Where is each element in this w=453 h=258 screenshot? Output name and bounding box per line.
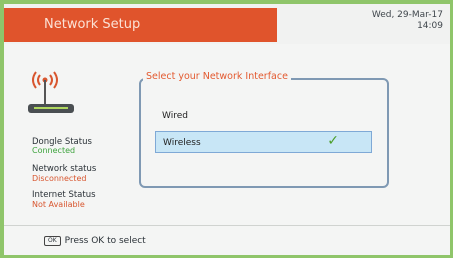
group-title: Select your Network Interface — [143, 71, 291, 82]
page-title: Network Setup — [44, 17, 141, 32]
footer-hint: OK Press OK to select — [44, 236, 146, 246]
network-status-label: Network status — [32, 164, 97, 174]
network-status-value: Disconnected — [32, 174, 87, 183]
ok-key-icon: OK — [44, 236, 61, 246]
footer-hint-text: Press OK to select — [64, 236, 146, 246]
date-time: Wed, 29-Mar-17 14:09 — [372, 10, 443, 32]
title-bar: Network Setup — [4, 8, 277, 42]
wireless-router-icon — [28, 71, 74, 113]
footer-divider — [4, 225, 450, 226]
option-wired-label: Wired — [162, 111, 188, 121]
option-wired[interactable]: Wired — [155, 105, 372, 127]
dongle-status-value: Connected — [32, 146, 76, 155]
option-wireless-label: Wireless — [163, 138, 201, 148]
option-wireless[interactable]: Wireless ✓ — [155, 131, 372, 153]
check-icon: ✓ — [327, 133, 339, 149]
date-text: Wed, 29-Mar-17 — [371, 10, 443, 20]
internet-status-value: Not Available — [32, 200, 85, 209]
time-text: 14:09 — [417, 21, 443, 31]
internet-status-label: Internet Status — [32, 190, 96, 200]
